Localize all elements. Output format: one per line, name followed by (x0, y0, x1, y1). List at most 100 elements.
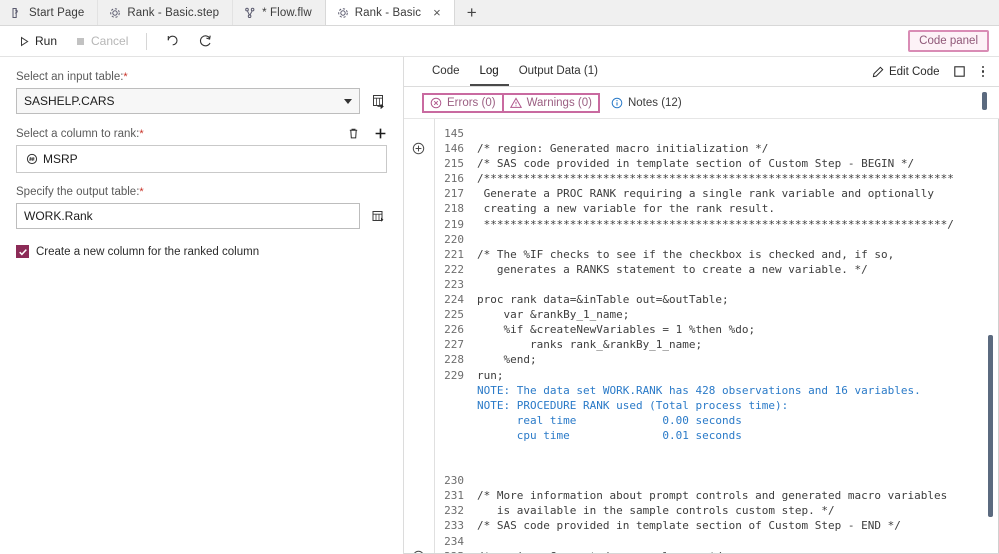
log-line-number: 230 (435, 473, 464, 488)
undo-button[interactable] (158, 31, 187, 51)
edit-code-button[interactable]: Edit Code (872, 66, 940, 78)
add-tab-button[interactable]: + (455, 0, 489, 25)
log-line-number: 223 (435, 277, 464, 292)
tab-flow-flw[interactable]: * Flow.flw (233, 0, 326, 25)
log-fold-gutter (404, 119, 434, 554)
start-page-icon (11, 7, 23, 19)
log-line-number: 145 (435, 126, 464, 141)
tab-code[interactable]: Code (422, 57, 470, 86)
log-code-text[interactable]: /* region: Generated macro initializatio… (466, 119, 999, 554)
chevron-down-icon (344, 99, 352, 104)
reset-icon (198, 34, 213, 48)
status-badge-warnings-label: Warnings (0) (527, 97, 592, 109)
log-line: /* SAS code provided in template section… (477, 518, 999, 533)
log-line-number: 221 (435, 247, 464, 262)
log-line-numbers: 1451462152162172182192202212222232242252… (434, 119, 466, 554)
log-line (477, 473, 999, 488)
log-line: /* SAS code provided in template section… (477, 156, 999, 171)
main-body: Select an input table:* SASHELP.CARS Sel… (0, 57, 999, 554)
status-badge-notes[interactable]: Notes (12) (605, 95, 688, 111)
code-panel-button[interactable]: Code panel (908, 30, 989, 52)
log-line (477, 277, 999, 292)
log-line-number: 224 (435, 292, 464, 307)
required-marker: * (139, 186, 143, 198)
log-line-number: 227 (435, 337, 464, 352)
log-line: ****************************************… (477, 217, 999, 232)
log-line: creating a new variable for the rank res… (477, 201, 999, 216)
collapse-handle[interactable] (699, 119, 708, 125)
select-output-table-icon[interactable] (369, 209, 387, 224)
output-table-value: WORK.Rank (24, 209, 93, 223)
status-badge-warnings[interactable]: Warnings (0) (502, 93, 600, 113)
tab-rank-basic[interactable]: Rank - Basic × (325, 0, 455, 25)
create-new-column-checkbox[interactable]: Create a new column for the ranked colum… (16, 245, 387, 258)
log-line: Generate a PROC RANK requiring a single … (477, 186, 999, 201)
output-table-field: Specify the output table:* WORK.Rank (16, 186, 387, 229)
status-scrollbar-thumb[interactable] (982, 92, 987, 110)
log-line-number (435, 398, 464, 413)
undo-icon (165, 34, 180, 48)
trash-icon[interactable] (347, 127, 360, 140)
tab-label: Start Page (29, 7, 84, 19)
input-table-select[interactable]: SASHELP.CARS (16, 88, 360, 114)
custom-step-icon (337, 7, 349, 19)
log-line: /***************************************… (477, 171, 999, 186)
tab-log[interactable]: Log (470, 57, 509, 86)
output-table-label: Specify the output table:* (16, 186, 387, 198)
run-label: Run (35, 34, 57, 48)
required-marker: * (123, 71, 127, 83)
column-chip[interactable]: MSRP (23, 151, 81, 167)
warning-icon (510, 97, 522, 109)
log-line: /* The %IF checks to see if the checkbox… (477, 247, 999, 262)
log-line: generates a RANKS statement to create a … (477, 262, 999, 277)
log-line-number: 215 (435, 156, 464, 171)
log-line (477, 126, 999, 141)
rank-column-chip-list[interactable]: MSRP (16, 145, 387, 173)
plus-icon[interactable] (374, 127, 387, 140)
log-line-number: 234 (435, 534, 464, 549)
tab-output-data[interactable]: Output Data (1) (509, 57, 608, 86)
create-new-column-label: Create a new column for the ranked colum… (36, 246, 259, 258)
log-line: /* region: Generated macro initializatio… (477, 141, 999, 156)
edit-code-label: Edit Code (889, 66, 940, 78)
log-line-number: 225 (435, 307, 464, 322)
output-table-input[interactable]: WORK.Rank (16, 203, 360, 229)
status-badge-errors[interactable]: Errors (0) (422, 93, 504, 113)
reset-button[interactable] (191, 31, 220, 51)
log-line-number (435, 413, 464, 428)
tab-rank-basic-step[interactable]: Rank - Basic.step (98, 0, 233, 25)
log-line: NOTE: PROCEDURE RANK used (Total process… (477, 398, 999, 413)
log-line-number: 222 (435, 262, 464, 277)
log-line-number: 228 (435, 352, 464, 367)
step-parameters-pane: Select an input table:* SASHELP.CARS Sel… (0, 57, 404, 554)
cancel-button: Cancel (68, 31, 135, 51)
log-line: var &rankBy_1_name; (477, 307, 999, 322)
select-table-icon[interactable] (369, 94, 387, 109)
info-icon (611, 97, 623, 109)
status-badge-errors-label: Errors (0) (447, 97, 496, 109)
log-line: is available in the sample controls cust… (477, 503, 999, 518)
log-line (477, 232, 999, 247)
command-toolbar: Run Cancel Code panel (0, 26, 999, 57)
log-line-number: 220 (435, 232, 464, 247)
log-vertical-scrollbar-thumb[interactable] (988, 335, 993, 517)
results-pane: Code Log Output Data (1) Edit Code (404, 57, 999, 554)
status-badge-notes-label: Notes (12) (628, 97, 682, 109)
checkbox-checked-icon (16, 245, 29, 258)
close-icon[interactable]: × (433, 6, 441, 19)
log-line: cpu time 0.01 seconds (477, 428, 999, 443)
log-line-number (435, 383, 464, 398)
log-line: %end; (477, 352, 999, 367)
log-line-number: 231 (435, 488, 464, 503)
toolbar-divider (146, 33, 147, 50)
column-chip-label: MSRP (43, 152, 78, 166)
rank-column-actions (347, 127, 387, 140)
run-button[interactable]: Run (12, 31, 64, 51)
log-line: %if &createNewVariables = 1 %then %do; (477, 322, 999, 337)
expand-region-icon[interactable] (412, 142, 425, 155)
rank-column-field: Select a column to rank:* (16, 127, 387, 173)
tab-start-page[interactable]: Start Page (0, 0, 98, 25)
kebab-menu-icon[interactable] (979, 66, 988, 78)
maximize-icon[interactable] (953, 65, 966, 78)
required-marker: * (139, 128, 143, 140)
